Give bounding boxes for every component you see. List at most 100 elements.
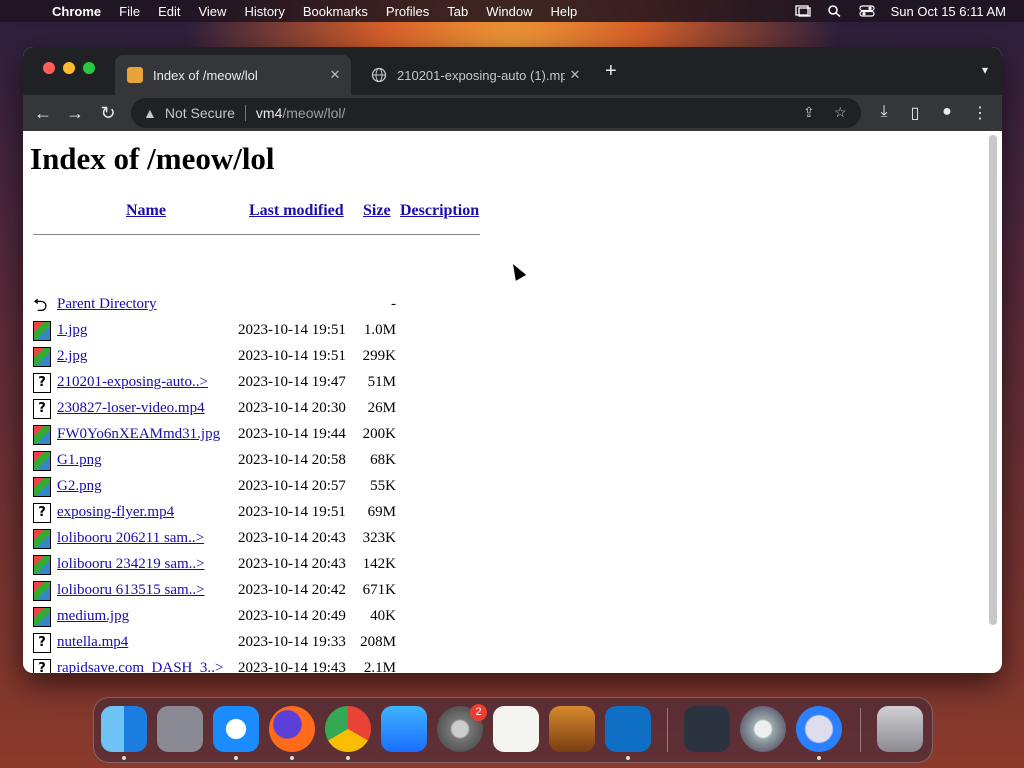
back-button[interactable]: ← — [31, 101, 55, 125]
side-panel-icon[interactable]: ▯ — [905, 103, 925, 123]
spotlight-search-icon[interactable] — [827, 5, 843, 17]
url-host[interactable]: vm4 — [256, 105, 282, 121]
address-separator — [244, 105, 246, 121]
close-tab-icon[interactable]: ✕ — [325, 67, 345, 83]
textedit-icon[interactable] — [493, 706, 539, 752]
download-icon[interactable]: ⤓ — [874, 103, 894, 121]
running-indicator — [290, 756, 294, 760]
vscode-icon[interactable] — [605, 706, 651, 752]
firefox-icon[interactable] — [269, 706, 315, 752]
file-link[interactable]: lolibooru 234219 sam..> — [57, 556, 205, 573]
file-modified: 2023-10-14 19:43 — [238, 660, 346, 673]
column-header-description[interactable]: Description — [400, 202, 479, 220]
file-row: lolibooru 206211 sam..> 2023-10-14 20:43 3… — [23, 527, 483, 553]
tab-search-chevron-icon[interactable]: ▾ — [982, 63, 988, 77]
profile-avatar-icon[interactable]: ● — [937, 103, 957, 121]
file-link[interactable]: 1.jpg — [57, 322, 87, 339]
tab-video[interactable]: 210201-exposing-auto (1).mp4 ✕ — [359, 55, 591, 95]
file-link[interactable]: exposing-flyer.mp4 — [57, 504, 174, 521]
safari-icon[interactable] — [213, 706, 259, 752]
file-link[interactable]: rapidsave.com_DASH_3..> — [57, 660, 223, 673]
forward-button[interactable]: → — [63, 101, 87, 125]
url-path[interactable]: /meow/lol/ — [282, 105, 345, 121]
nox-icon[interactable] — [684, 706, 730, 752]
reload-button[interactable]: ↻ — [96, 101, 120, 125]
file-size: 671K — [362, 582, 396, 598]
image-file-icon — [33, 607, 51, 627]
screen-mirroring-icon[interactable] — [794, 5, 811, 17]
zoom-window-button[interactable] — [83, 62, 95, 74]
file-modified: 2023-10-14 20:43 — [238, 530, 346, 546]
running-indicator — [626, 756, 630, 760]
file-link[interactable]: lolibooru 613515 sam..> — [57, 582, 205, 599]
file-link[interactable]: G1.png — [57, 452, 102, 469]
trash-icon[interactable] — [877, 706, 923, 752]
file-row: ? 210201-exposing-auto..> 2023-10-14 19:47… — [23, 371, 483, 397]
window-controls — [43, 62, 95, 74]
file-link[interactable]: nutella.mp4 — [57, 634, 128, 651]
file-size: 68K — [370, 452, 396, 468]
column-header-size[interactable]: Size — [363, 202, 391, 220]
address-bar[interactable]: ▲ Not Secure vm4/meow/lol/ ⇪ ☆ — [131, 98, 861, 128]
menu-view[interactable]: View — [198, 4, 226, 19]
menu-profiles[interactable]: Profiles — [386, 4, 429, 19]
file-link[interactable]: 230827-loser-video.mp4 — [57, 400, 205, 417]
menu-help[interactable]: Help — [551, 4, 578, 19]
running-indicator — [122, 756, 126, 760]
garageband-icon[interactable] — [549, 706, 595, 752]
column-header-last-modified[interactable]: Last modified — [249, 202, 344, 220]
close-window-button[interactable] — [43, 62, 55, 74]
image-file-icon — [33, 425, 51, 445]
file-modified: 2023-10-14 20:42 — [238, 582, 346, 598]
close-tab-icon[interactable]: ✕ — [565, 67, 585, 83]
menu-bookmarks[interactable]: Bookmarks — [303, 4, 368, 19]
bookmark-star-icon[interactable]: ☆ — [834, 104, 847, 121]
parent-directory-link[interactable]: Parent Directory — [57, 296, 157, 313]
menu-edit[interactable]: Edit — [158, 4, 180, 19]
menu-bar: Chrome File Edit View History Bookmarks … — [0, 0, 1024, 22]
tab-index-of-meow-lol[interactable]: Index of /meow/lol ✕ — [115, 55, 351, 95]
security-label[interactable]: Not Secure — [165, 105, 235, 121]
app-store-icon[interactable] — [381, 706, 427, 752]
file-row: lolibooru 613515 sam..> 2023-10-14 20:42 6… — [23, 579, 483, 605]
more-menu-icon[interactable]: ⋮ — [970, 103, 990, 123]
back-arrow-folder-icon: ⮌ — [33, 295, 48, 315]
new-tab-button[interactable]: + — [605, 61, 617, 81]
file-link[interactable]: G2.png — [57, 478, 102, 495]
file-link[interactable]: 2.jpg — [57, 348, 87, 365]
menu-app-name[interactable]: Chrome — [52, 4, 101, 19]
file-link[interactable]: 210201-exposing-auto..> — [57, 374, 208, 391]
page-scrollbar[interactable] — [989, 135, 997, 625]
page-title: Index of /meow/lol — [30, 141, 275, 176]
file-row: G1.png 2023-10-14 20:58 68K — [23, 449, 483, 475]
tab-title: Index of /meow/lol — [153, 67, 258, 83]
settings-gear-icon[interactable] — [740, 706, 786, 752]
control-center-icon[interactable] — [859, 5, 875, 17]
image-file-icon — [33, 529, 51, 549]
chrome-icon[interactable] — [325, 706, 371, 752]
running-indicator — [346, 756, 350, 760]
quicktime-icon[interactable] — [796, 706, 842, 752]
warning-triangle-icon[interactable]: ▲ — [143, 105, 157, 121]
minimize-window-button[interactable] — [63, 62, 75, 74]
share-icon[interactable]: ⇪ — [803, 104, 815, 121]
image-file-icon — [33, 581, 51, 601]
menu-history[interactable]: History — [244, 4, 284, 19]
column-header-name[interactable]: Name — [126, 202, 166, 220]
file-link[interactable]: FW0Yo6nXEAMmd31.jpg — [57, 426, 220, 443]
file-link[interactable]: lolibooru 206211 sam..> — [57, 530, 204, 547]
file-size: 2.1M — [363, 660, 396, 673]
file-size: 26M — [367, 400, 396, 416]
header-divider — [33, 234, 480, 235]
menu-window[interactable]: Window — [486, 4, 532, 19]
page-content: Index of /meow/lol Name Last modified Si… — [23, 131, 985, 673]
finder-icon[interactable] — [101, 706, 147, 752]
launchpad-icon[interactable] — [157, 706, 203, 752]
unknown-file-icon: ? — [33, 503, 51, 523]
file-link[interactable]: medium.jpg — [57, 608, 129, 625]
menubar-clock[interactable]: Sun Oct 15 6:11 AM — [891, 4, 1006, 19]
menu-file[interactable]: File — [119, 4, 140, 19]
globe-favicon-icon — [371, 67, 387, 83]
file-size: 55K — [370, 478, 396, 494]
menu-tab[interactable]: Tab — [447, 4, 468, 19]
